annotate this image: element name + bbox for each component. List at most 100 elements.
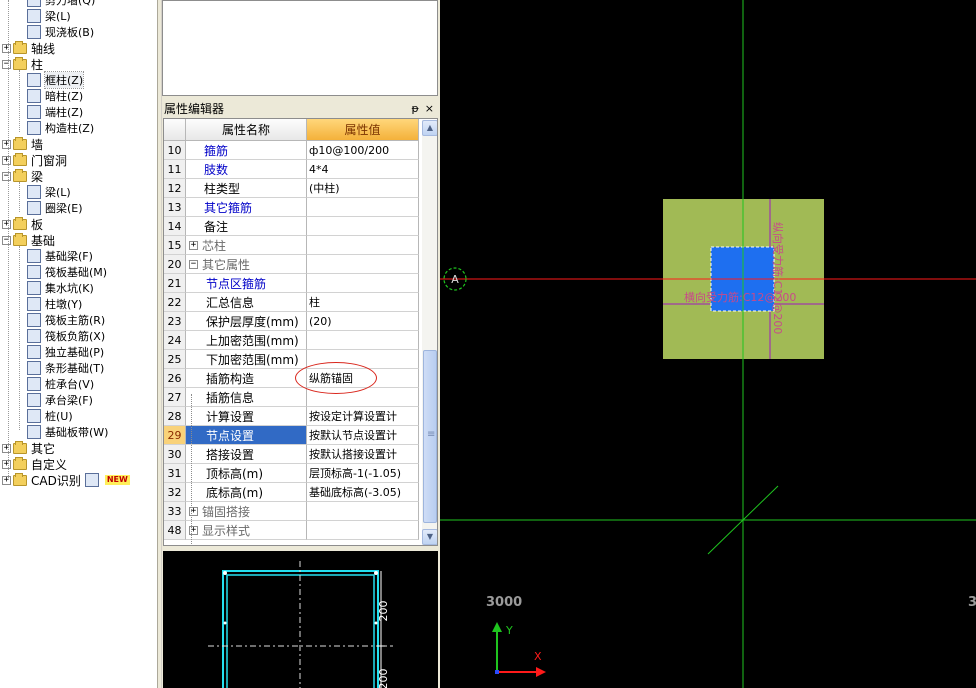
property-value-cell[interactable] (307, 331, 419, 350)
tree-item[interactable]: 梁(L) (27, 8, 71, 24)
property-name-cell[interactable]: 底标高(m) (186, 483, 307, 502)
component-tree[interactable]: 剪力墙(Q) 梁(L) 现浇板(B) + 轴线 − 柱框柱(Z) 暗柱(Z) 端柱(Z) 构造柱(… (0, 0, 157, 688)
tree-item[interactable]: 筏板主筋(R) (27, 312, 105, 328)
cad-drawing[interactable]: A 横向受力筋:C12@200 纵向受力筋:C12@200 3000 3 Y X (440, 0, 976, 688)
row-number[interactable]: 29 (164, 426, 186, 445)
property-value-cell[interactable] (307, 274, 419, 293)
row-number[interactable]: 13 (164, 198, 186, 217)
property-value-cell[interactable]: 按默认节点设置计 (307, 426, 419, 445)
property-value-cell[interactable]: 4*4 (307, 160, 419, 179)
property-name-cell[interactable]: 计算设置 (186, 407, 307, 426)
tree-item[interactable]: − 基础 (2, 232, 55, 248)
row-number[interactable]: 48 (164, 521, 186, 540)
property-name-cell[interactable]: 节点区箍筋 (186, 274, 307, 293)
cad-canvas[interactable]: A 横向受力筋:C12@200 纵向受力筋:C12@200 3000 3 Y X (440, 0, 976, 688)
property-row[interactable]: 29 节点设置 按默认节点设置计 (164, 426, 420, 445)
property-name-cell[interactable]: 保护层厚度(mm) (186, 312, 307, 331)
tree-item[interactable]: 暗柱(Z) (27, 88, 83, 104)
tree-item[interactable]: 现浇板(B) (27, 24, 94, 40)
property-value-cell[interactable]: 层顶标高-1(-1.05) (307, 464, 419, 483)
collapse-icon[interactable]: − (2, 59, 11, 69)
property-name-cell[interactable]: + 显示样式 (186, 521, 307, 540)
collapse-icon[interactable]: − (189, 259, 198, 269)
property-value-cell[interactable] (307, 217, 419, 236)
tree-item[interactable]: 构造柱(Z) (27, 120, 94, 136)
property-value-cell[interactable] (307, 198, 419, 217)
tree-item[interactable]: 集水坑(K) (27, 280, 94, 296)
property-row[interactable]: 24 上加密范围(mm) (164, 331, 420, 350)
tree-item[interactable]: 基础梁(F) (27, 248, 93, 264)
row-number[interactable]: 12 (164, 179, 186, 198)
row-number[interactable]: 32 (164, 483, 186, 502)
dimension-label-left[interactable]: 3000 (486, 595, 522, 610)
property-row[interactable]: 20− 其它属性 (164, 255, 420, 274)
tree-item[interactable]: 桩(U) (27, 408, 73, 424)
tree-item[interactable]: 柱墩(Y) (27, 296, 82, 312)
tree-item[interactable]: + CAD识别 NEW (2, 472, 130, 488)
expand-icon[interactable]: + (189, 240, 198, 250)
property-name-cell[interactable]: − 其它属性 (186, 255, 307, 274)
property-name-cell[interactable]: 下加密范围(mm) (186, 350, 307, 369)
tree-item[interactable]: 承台梁(F) (27, 392, 93, 408)
expand-icon[interactable]: + (2, 475, 11, 485)
tree-item[interactable]: 框柱(Z) (27, 71, 85, 89)
property-name-cell[interactable]: 其它箍筋 (186, 198, 307, 217)
collapse-icon[interactable]: − (2, 171, 11, 181)
row-number[interactable]: 15 (164, 236, 186, 255)
row-number[interactable]: 31 (164, 464, 186, 483)
property-row[interactable]: 26 插筋构造 纵筋锚固 (164, 369, 420, 388)
property-value-cell[interactable] (307, 236, 419, 255)
tree-item[interactable]: 端柱(Z) (27, 104, 83, 120)
property-row[interactable]: 23 保护层厚度(mm) (20) (164, 312, 420, 331)
property-row[interactable]: 31 顶标高(m) 层顶标高-1(-1.05) (164, 464, 420, 483)
row-number[interactable]: 30 (164, 445, 186, 464)
property-name-cell[interactable]: 上加密范围(mm) (186, 331, 307, 350)
property-value-cell[interactable]: (20) (307, 312, 419, 331)
row-number[interactable]: 22 (164, 293, 186, 312)
tree-item[interactable]: + 其它 (2, 440, 55, 456)
property-row[interactable]: 22 汇总信息 柱 (164, 293, 420, 312)
property-value-cell[interactable] (307, 521, 419, 540)
property-row[interactable]: 48 + 显示样式 (164, 521, 420, 540)
row-number[interactable]: 28 (164, 407, 186, 426)
component-list-panel[interactable] (162, 0, 438, 96)
tree-item[interactable]: 筏板负筋(X) (27, 328, 105, 344)
dimension-label-right[interactable]: 3 (968, 595, 976, 610)
property-value-cell[interactable]: 按设定计算设置计 (307, 407, 419, 426)
property-row[interactable]: 10 箍筋 ф10@100/200 (164, 141, 420, 160)
expand-icon[interactable]: + (2, 155, 11, 165)
vertical-rebar-label[interactable]: 纵向受力筋:C12@200 (771, 222, 785, 334)
header-property-value[interactable]: 属性值 (307, 119, 419, 141)
tree-item[interactable]: + 门窗洞 (2, 152, 67, 168)
property-value-cell[interactable]: 按默认搭接设置计 (307, 445, 419, 464)
expand-icon[interactable]: + (2, 443, 11, 453)
property-value-cell[interactable]: 柱 (307, 293, 419, 312)
property-row[interactable]: 33 + 锚固搭接 (164, 502, 420, 521)
row-number[interactable]: 11 (164, 160, 186, 179)
property-value-cell[interactable]: (中柱) (307, 179, 419, 198)
property-row[interactable]: 25 下加密范围(mm) (164, 350, 420, 369)
property-name-cell[interactable]: 搭接设置 (186, 445, 307, 464)
row-number[interactable]: 20 (164, 255, 186, 274)
property-name-cell[interactable]: 插筋信息 (186, 388, 307, 407)
property-name-cell[interactable]: 节点设置 (186, 426, 307, 445)
property-value-cell[interactable] (307, 255, 419, 274)
row-number[interactable]: 33 (164, 502, 186, 521)
property-row[interactable]: 14 备注 (164, 217, 420, 236)
property-row[interactable]: 11 肢数 4*4 (164, 160, 420, 179)
tree-item[interactable]: 独立基础(P) (27, 344, 104, 360)
tree-item[interactable]: 基础板带(W) (27, 424, 108, 440)
tree-item[interactable]: 梁(L) (27, 184, 71, 200)
tree-item[interactable]: 圈梁(E) (27, 200, 83, 216)
property-name-cell[interactable]: + 锚固搭接 (186, 502, 307, 521)
property-name-cell[interactable]: 肢数 (186, 160, 307, 179)
property-name-cell[interactable]: 柱类型 (186, 179, 307, 198)
property-name-cell[interactable]: 汇总信息 (186, 293, 307, 312)
property-row[interactable]: 27 插筋信息 (164, 388, 420, 407)
row-number[interactable]: 14 (164, 217, 186, 236)
tree-item[interactable]: 筏板基础(M) (27, 264, 107, 280)
collapse-icon[interactable]: − (2, 235, 11, 245)
property-value-cell[interactable]: 基础底标高(-3.05) (307, 483, 419, 502)
row-number[interactable]: 10 (164, 141, 186, 160)
property-name-cell[interactable]: 插筋构造 (186, 369, 307, 388)
